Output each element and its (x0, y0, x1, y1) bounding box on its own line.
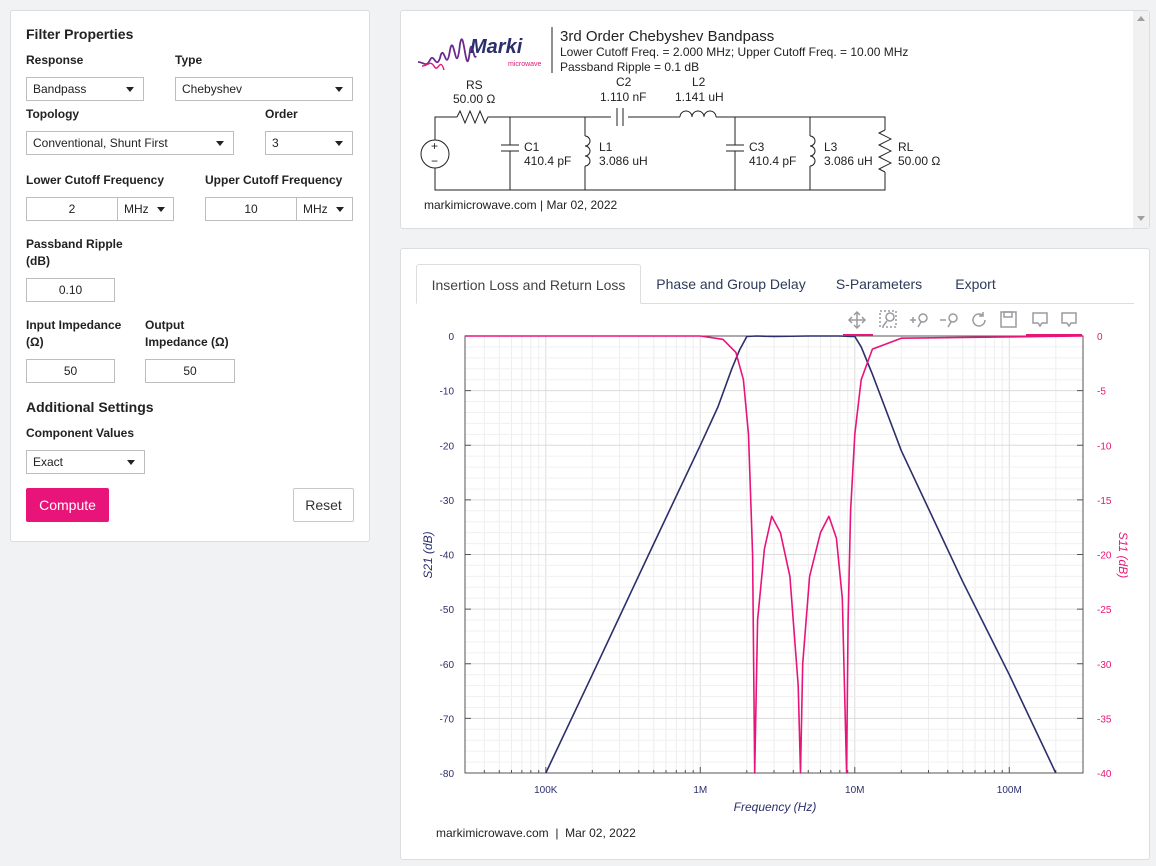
x-axis-label: Frequency (Hz) (734, 800, 817, 814)
y-tick-label: -60 (440, 660, 455, 671)
hover-closest-icon[interactable] (1032, 312, 1048, 328)
y-tick-label: -40 (440, 551, 455, 562)
y-axis-label: S21 (dB) (421, 531, 435, 578)
x-tick-label: 1M (693, 785, 707, 796)
zoom-in-icon[interactable] (910, 313, 928, 328)
y2-tick-label: -25 (1097, 605, 1112, 616)
save-icon[interactable] (1000, 311, 1017, 328)
x-tick-label: 100M (997, 785, 1022, 796)
y-tick-label: -10 (440, 387, 455, 398)
y-tick-label: -70 (440, 714, 455, 725)
y-tick-label: -50 (440, 605, 455, 616)
y2-tick-label: -20 (1097, 551, 1112, 562)
y2-tick-label: -40 (1097, 769, 1112, 780)
y2-tick-label: -10 (1097, 441, 1112, 452)
reset-view-icon[interactable] (972, 312, 986, 327)
y2-axis-label: S11 (dB) (1116, 532, 1130, 578)
x-tick-label: 10M (845, 785, 864, 796)
y2-tick-label: -5 (1097, 387, 1106, 398)
chart-footer: markimicrowave.com | Mar 02, 2022 (436, 826, 636, 840)
y2-tick-label: 0 (1097, 332, 1103, 343)
zoom-box-icon[interactable] (879, 310, 897, 328)
zoom-out-icon[interactable] (940, 313, 958, 328)
y2-tick-label: -35 (1097, 714, 1112, 725)
y2-tick-label: -30 (1097, 660, 1112, 671)
insertion-return-loss-chart: 0 -10 -20 -30 -40 -50 -60 -70 -80 0 -5 -10 -15 -20 -2… (421, 310, 1130, 840)
y-tick-label: -20 (440, 441, 455, 452)
y-tick-label: -80 (440, 769, 455, 780)
y-tick-label: -30 (440, 496, 455, 507)
y2-tick-label: -15 (1097, 496, 1112, 507)
chart-grid (464, 335, 1084, 774)
x-tick-label: 100K (534, 785, 558, 796)
y-tick-label: 0 (448, 332, 454, 343)
pan-icon[interactable] (847, 310, 867, 330)
hover-compare-icon[interactable] (1061, 312, 1077, 328)
